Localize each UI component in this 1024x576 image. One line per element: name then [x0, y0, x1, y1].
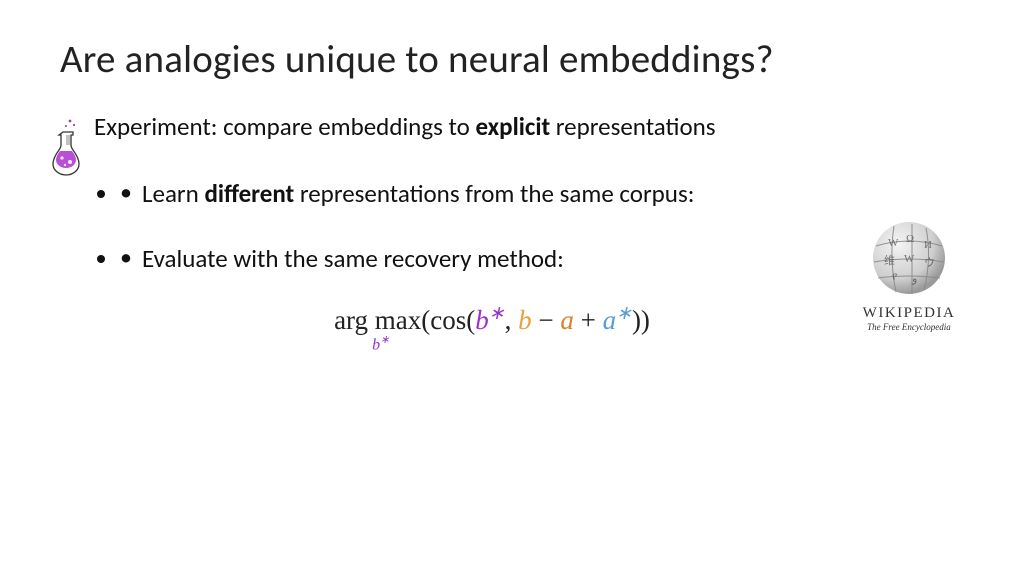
- bullet-evaluate: Evaluate with the same recovery method:: [120, 243, 964, 274]
- rparen: )): [632, 305, 650, 335]
- wikipedia-logo: WΩИ 维Wウ የو WIKIPEDIA The Free Encycloped…: [854, 218, 964, 332]
- argmax-label: arg max: [334, 305, 421, 335]
- bullet-text: Evaluate with the same recovery method:: [142, 243, 564, 274]
- slide-title: Are analogies unique to neural embedding…: [60, 36, 964, 83]
- argmax: arg max b∗: [334, 305, 421, 336]
- flask-icon: [48, 118, 84, 181]
- wikipedia-wordmark: WIKIPEDIA: [854, 305, 964, 322]
- formula: arg max b∗ (cos(b∗, b − a + a∗)): [20, 302, 964, 336]
- var-astar: a∗: [603, 305, 632, 335]
- svg-text:W: W: [904, 253, 915, 265]
- minus: −: [532, 305, 561, 335]
- svg-text:ウ: ウ: [924, 256, 935, 269]
- lparen-cos: (cos(: [421, 305, 475, 335]
- wikipedia-globe-icon: WΩИ 维Wウ የو: [866, 218, 952, 298]
- svg-text:و: و: [911, 273, 917, 285]
- svg-text:የ: የ: [892, 271, 897, 283]
- svg-text:Ω: Ω: [906, 233, 914, 245]
- slide: Are analogies unique to neural embedding…: [0, 0, 1024, 576]
- argmax-subscript: b∗: [372, 333, 389, 354]
- var-bstar: b∗: [475, 305, 504, 335]
- var-a: a: [560, 305, 574, 335]
- subtitle-suffix: representations: [550, 111, 715, 142]
- subtitle-bold: explicit: [475, 111, 550, 142]
- svg-text:И: И: [924, 239, 932, 251]
- svg-text:维: 维: [884, 254, 895, 267]
- bullet-list: Learn different representations from the…: [120, 178, 964, 274]
- var-b: b: [518, 305, 532, 335]
- bullet-bold: different: [204, 178, 294, 209]
- comma: ,: [505, 305, 519, 335]
- experiment-line: Experiment: compare embeddings to explic…: [94, 111, 964, 142]
- bullet-text: representations from the same corpus:: [294, 178, 694, 209]
- wikipedia-tagline: The Free Encyclopedia: [854, 322, 964, 332]
- svg-text:W: W: [888, 237, 899, 249]
- subtitle-prefix: Experiment: compare embeddings to: [94, 111, 475, 142]
- plus: +: [574, 305, 603, 335]
- bullet-text: Learn: [142, 178, 204, 209]
- bullet-learn: Learn different representations from the…: [120, 178, 964, 209]
